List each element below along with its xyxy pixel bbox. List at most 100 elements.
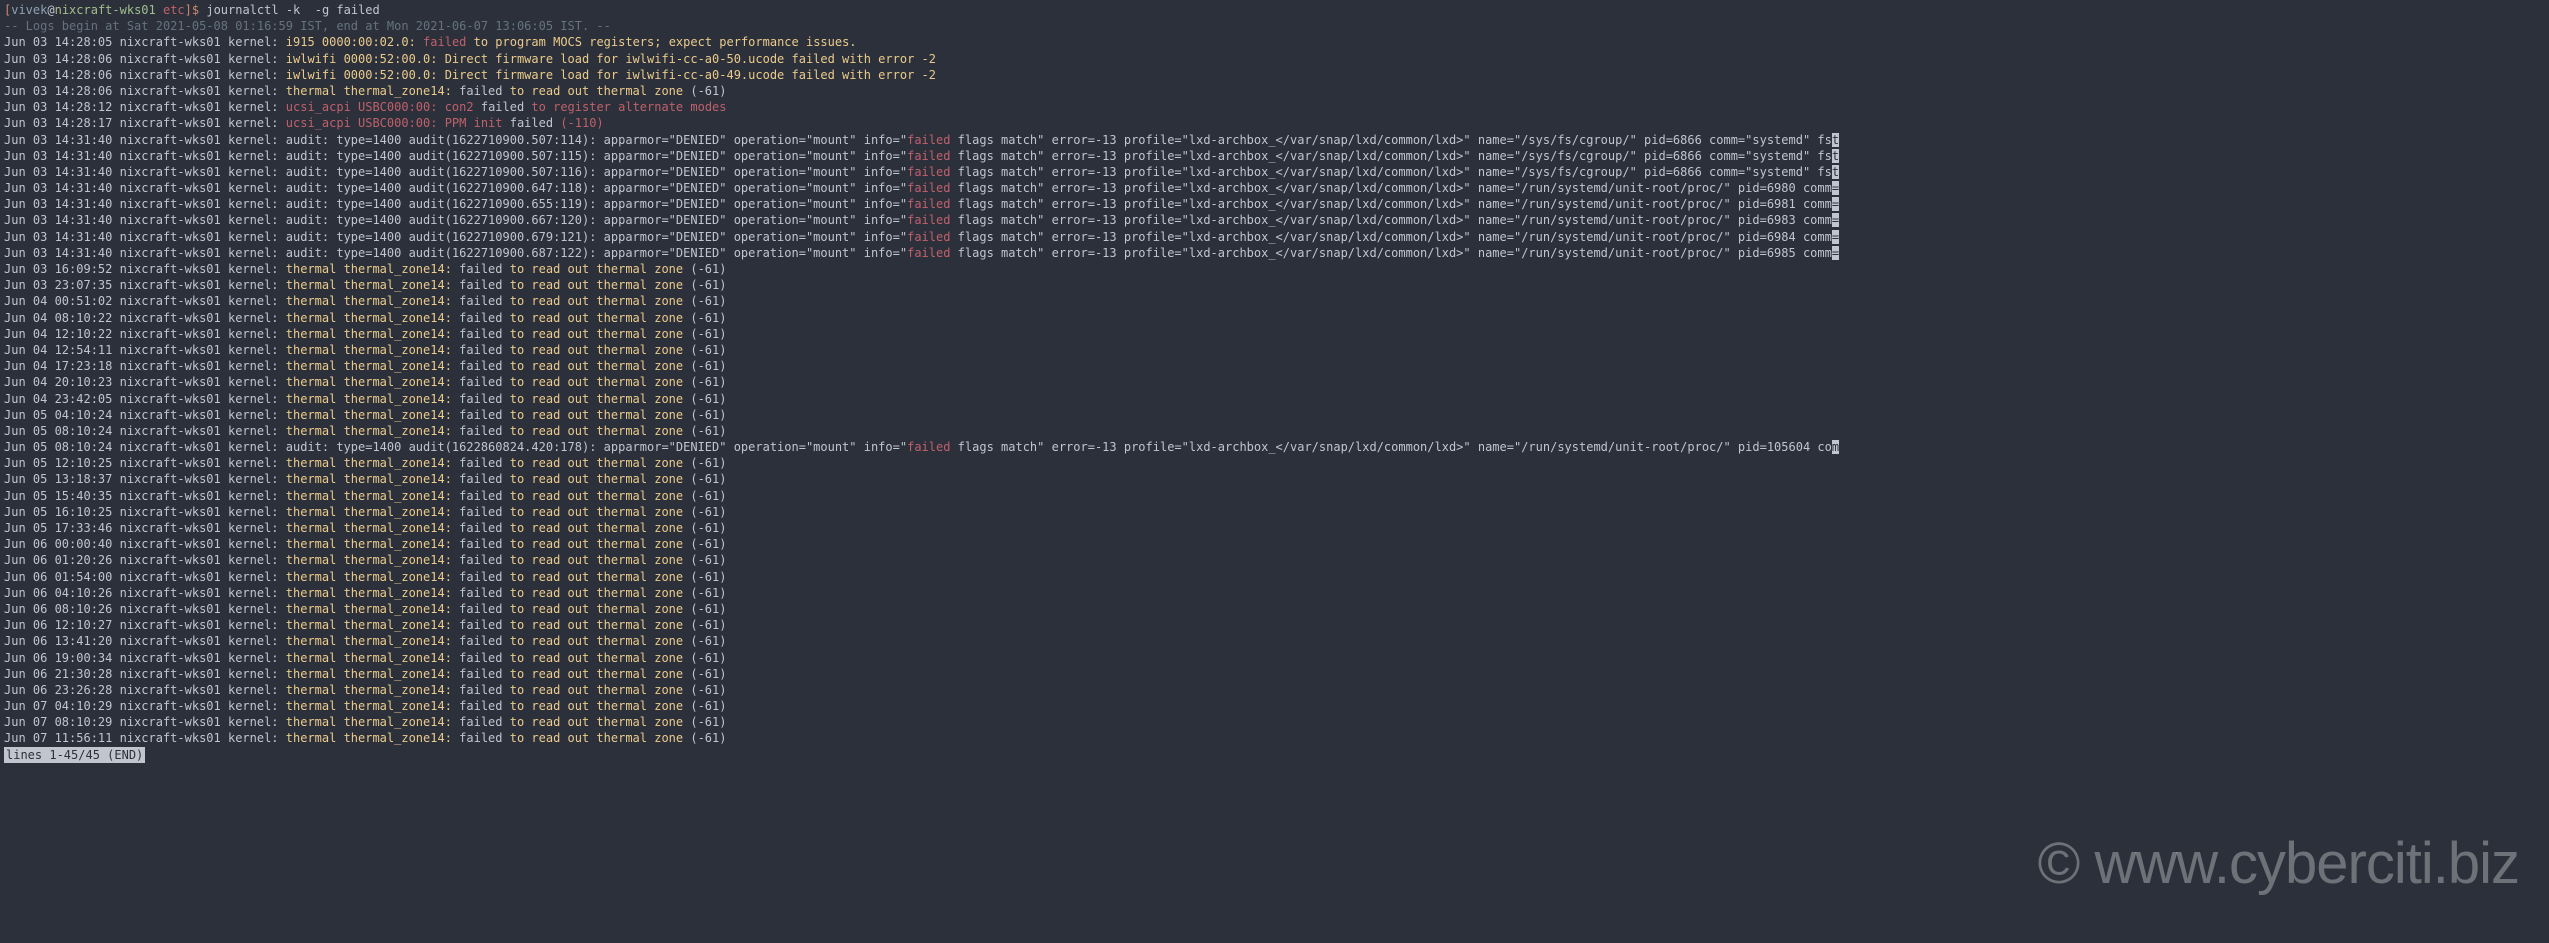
log-output[interactable]: Jun 03 14:28:05 nixcraft-wks01 kernel: i… xyxy=(4,34,2545,746)
source-text: i915 0000:00:02.0: xyxy=(286,35,423,49)
failed-token: failed xyxy=(907,165,950,179)
failed-token: failed xyxy=(907,230,950,244)
message-tail: to read out thermal zone xyxy=(503,553,691,567)
audit-text: audit: type=1400 audit(1622710900.647:11… xyxy=(286,181,907,195)
failed-token: failed xyxy=(459,392,502,406)
timestamp: Jun 03 14:28:06 nixcraft-wks01 kernel: xyxy=(4,84,286,98)
message-tail: to read out thermal zone xyxy=(503,375,691,389)
truncation-indicator: t xyxy=(1832,165,1839,179)
source-text: thermal thermal_zone14: xyxy=(286,521,459,535)
error-code: (-61) xyxy=(690,424,726,438)
timestamp: Jun 06 08:10:26 nixcraft-wks01 kernel: xyxy=(4,602,286,616)
timestamp: Jun 06 01:20:26 nixcraft-wks01 kernel: xyxy=(4,553,286,567)
failed-token: failed xyxy=(459,294,502,308)
error-code: (-61) xyxy=(690,651,726,665)
shell-prompt-line[interactable]: [vivek@nixcraft-wks01 etc]$ journalctl -… xyxy=(4,2,2545,18)
log-line: Jun 03 14:28:06 nixcraft-wks01 kernel: i… xyxy=(4,67,2545,83)
failed-token: failed xyxy=(459,699,502,713)
failed-token: failed xyxy=(459,715,502,729)
error-code: (-61) xyxy=(690,586,726,600)
timestamp: Jun 04 12:54:11 nixcraft-wks01 kernel: xyxy=(4,343,286,357)
source-text: thermal thermal_zone14: xyxy=(286,731,459,745)
timestamp: Jun 04 23:42:05 nixcraft-wks01 kernel: xyxy=(4,392,286,406)
log-line: Jun 06 13:41:20 nixcraft-wks01 kernel: t… xyxy=(4,633,2545,649)
timestamp: Jun 04 00:51:02 nixcraft-wks01 kernel: xyxy=(4,294,286,308)
log-line: Jun 06 08:10:26 nixcraft-wks01 kernel: t… xyxy=(4,601,2545,617)
source-text: thermal thermal_zone14: xyxy=(286,553,459,567)
source-text: thermal thermal_zone14: xyxy=(286,651,459,665)
source-text: thermal thermal_zone14: xyxy=(286,84,459,98)
log-line: Jun 05 16:10:25 nixcraft-wks01 kernel: t… xyxy=(4,504,2545,520)
log-line: Jun 05 04:10:24 nixcraft-wks01 kernel: t… xyxy=(4,407,2545,423)
error-code: (-61) xyxy=(690,375,726,389)
source-text: thermal thermal_zone14: xyxy=(286,359,459,373)
source-text: thermal thermal_zone14: xyxy=(286,424,459,438)
journal-header-line: -- Logs begin at Sat 2021-05-08 01:16:59… xyxy=(4,18,2545,34)
error-code: (-61) xyxy=(690,634,726,648)
error-code: (-61) xyxy=(690,472,726,486)
source-text: thermal thermal_zone14: xyxy=(286,311,459,325)
source-text: thermal thermal_zone14: xyxy=(286,505,459,519)
message-tail: to read out thermal zone xyxy=(503,294,691,308)
timestamp: Jun 05 15:40:35 nixcraft-wks01 kernel: xyxy=(4,489,286,503)
timestamp: Jun 07 11:56:11 nixcraft-wks01 kernel: xyxy=(4,731,286,745)
failed-token: failed xyxy=(459,278,502,292)
message-tail: to read out thermal zone xyxy=(503,327,691,341)
failed-token: failed xyxy=(459,683,502,697)
log-line: Jun 03 14:28:05 nixcraft-wks01 kernel: i… xyxy=(4,34,2545,50)
log-line: Jun 03 14:28:06 nixcraft-wks01 kernel: t… xyxy=(4,83,2545,99)
error-code: (-61) xyxy=(690,262,726,276)
failed-token: failed xyxy=(510,116,561,130)
failed-token: failed xyxy=(907,133,950,147)
message-tail: to read out thermal zone xyxy=(503,505,691,519)
truncation-indicator: m xyxy=(1832,440,1839,454)
message-tail: to read out thermal zone xyxy=(503,683,691,697)
log-line: Jun 03 14:31:40 nixcraft-wks01 kernel: a… xyxy=(4,245,2545,261)
source-text: ucsi_acpi USBC000:00: PPM init xyxy=(286,116,510,130)
error-code: (-61) xyxy=(690,311,726,325)
timestamp: Jun 05 08:10:24 nixcraft-wks01 kernel: xyxy=(4,440,286,454)
failed-token: failed xyxy=(459,84,502,98)
failed-token: failed xyxy=(459,602,502,616)
message-tail: to read out thermal zone xyxy=(503,537,691,551)
audit-text: audit: type=1400 audit(1622710900.507:11… xyxy=(286,133,907,147)
timestamp: Jun 03 14:31:40 nixcraft-wks01 kernel: xyxy=(4,197,286,211)
message-tail: to read out thermal zone xyxy=(503,586,691,600)
log-line: Jun 04 00:51:02 nixcraft-wks01 kernel: t… xyxy=(4,293,2545,309)
audit-tail: flags match" error=-13 profile="lxd-arch… xyxy=(950,230,1831,244)
error-code: (-61) xyxy=(690,408,726,422)
error-code: (-61) xyxy=(690,667,726,681)
failed-token: failed xyxy=(459,537,502,551)
audit-text: audit: type=1400 audit(1622710900.667:12… xyxy=(286,213,907,227)
audit-text: audit: type=1400 audit(1622710900.507:11… xyxy=(286,149,907,163)
timestamp: Jun 03 14:28:06 nixcraft-wks01 kernel: xyxy=(4,52,286,66)
failed-token: failed xyxy=(459,311,502,325)
source-text: thermal thermal_zone14: xyxy=(286,408,459,422)
timestamp: Jun 03 14:31:40 nixcraft-wks01 kernel: xyxy=(4,230,286,244)
failed-token: failed xyxy=(459,489,502,503)
truncation-indicator: = xyxy=(1832,246,1839,260)
timestamp: Jun 03 14:28:12 nixcraft-wks01 kernel: xyxy=(4,100,286,114)
source-text: thermal thermal_zone14: xyxy=(286,472,459,486)
timestamp: Jun 06 13:41:20 nixcraft-wks01 kernel: xyxy=(4,634,286,648)
failed-token: failed xyxy=(459,553,502,567)
failed-token: failed xyxy=(423,35,466,49)
failed-token: failed xyxy=(459,667,502,681)
message-tail: to read out thermal zone xyxy=(503,262,691,276)
error-code: (-61) xyxy=(690,359,726,373)
log-line: Jun 03 14:31:40 nixcraft-wks01 kernel: a… xyxy=(4,196,2545,212)
error-code: (-61) xyxy=(690,683,726,697)
prompt-at: @ xyxy=(47,3,54,17)
audit-tail: flags match" error=-13 profile="lxd-arch… xyxy=(950,133,1831,147)
source-text: thermal thermal_zone14: xyxy=(286,375,459,389)
source-text: thermal thermal_zone14: xyxy=(286,634,459,648)
timestamp: Jun 03 16:09:52 nixcraft-wks01 kernel: xyxy=(4,262,286,276)
message-tail: to program MOCS registers; expect perfor… xyxy=(466,35,856,49)
failed-token: failed xyxy=(907,181,950,195)
message-tail: (-110) xyxy=(560,116,603,130)
log-line: Jun 04 23:42:05 nixcraft-wks01 kernel: t… xyxy=(4,391,2545,407)
log-line: Jun 05 08:10:24 nixcraft-wks01 kernel: a… xyxy=(4,439,2545,455)
pager-status-text: lines 1-45/45 (END) xyxy=(4,747,145,763)
log-line: Jun 07 11:56:11 nixcraft-wks01 kernel: t… xyxy=(4,730,2545,746)
timestamp: Jun 05 08:10:24 nixcraft-wks01 kernel: xyxy=(4,424,286,438)
